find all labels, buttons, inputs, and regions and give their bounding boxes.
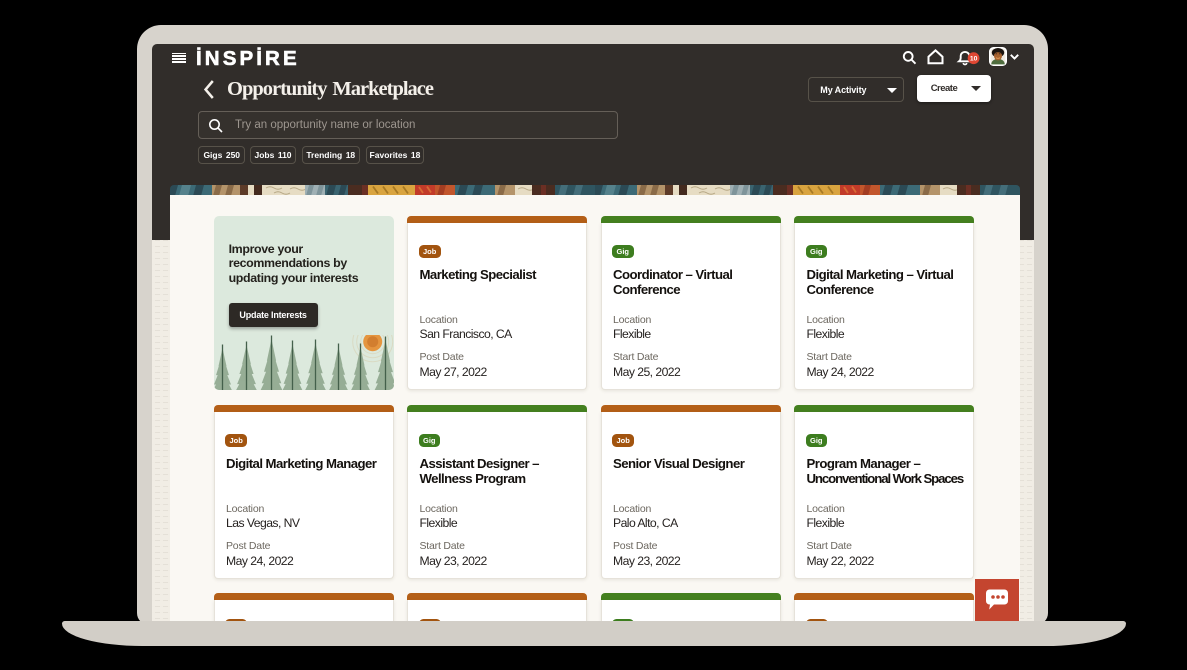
svg-text:10: 10 bbox=[970, 56, 978, 63]
